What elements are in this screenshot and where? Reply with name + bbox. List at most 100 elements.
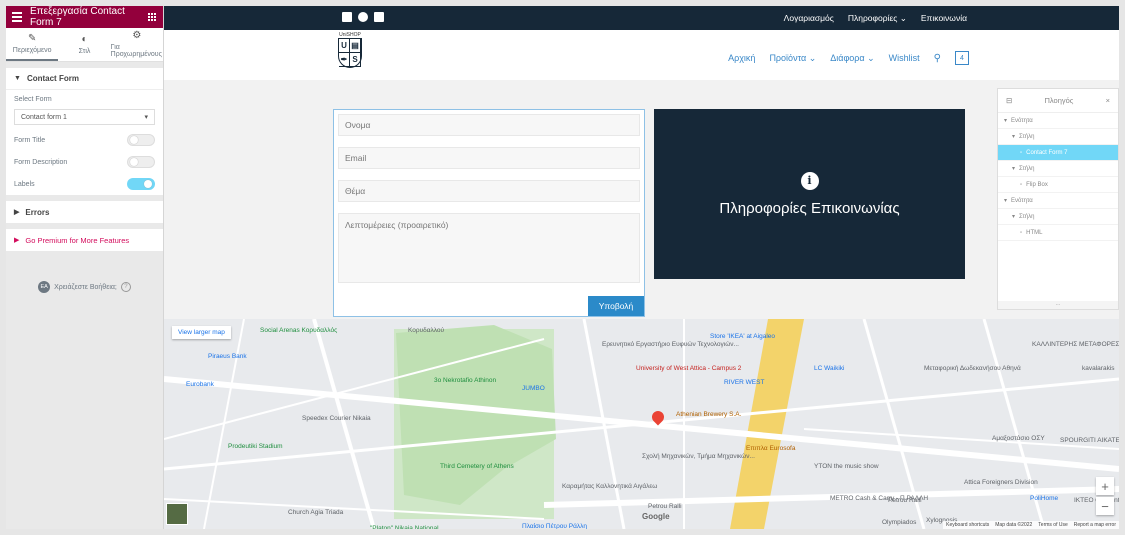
- map-place-label[interactable]: Prodeutiki Stadium: [228, 443, 283, 450]
- nav-wishlist[interactable]: Wishlist: [889, 53, 920, 63]
- caret-icon: ▫: [1020, 181, 1023, 188]
- logo-letter-s: S: [350, 53, 361, 67]
- map-place-label[interactable]: PoliHome: [1030, 495, 1058, 502]
- twitter-icon[interactable]: [358, 12, 368, 22]
- email-field[interactable]: Email: [338, 147, 640, 169]
- zoom-in-button[interactable]: +: [1096, 477, 1114, 495]
- instagram-icon[interactable]: [374, 12, 384, 22]
- select-form-dropdown[interactable]: Contact form 1 ▾: [14, 109, 155, 125]
- map-place-label[interactable]: RIVER WEST: [724, 379, 764, 386]
- navigator-item-label: Στήλη: [1019, 165, 1035, 172]
- tab-advanced[interactable]: ⚙ Για Προχωρημένους: [111, 28, 163, 61]
- map-place-label[interactable]: ΚΑΛΛΙΝΤΕΡΗΣ ΜΕΤΑΦΟΡΕΣ: [1032, 341, 1119, 348]
- map-place-label[interactable]: Store 'IKEA' at Aigaleo: [710, 333, 775, 340]
- map-place-label[interactable]: Speedex Courier Nikaia: [302, 415, 371, 422]
- map-place-label[interactable]: Πλαίσιο Πέτρου Ράλλη: [522, 523, 587, 529]
- help-label: Χρειάζεστε Βοήθεια;: [54, 283, 117, 291]
- navigator-item[interactable]: ▫ Flip Box: [998, 177, 1118, 193]
- go-premium-link[interactable]: ▶ Go Premium for More Features: [6, 229, 163, 251]
- help-link[interactable]: EA Χρειάζεστε Βοήθεια; ?: [6, 281, 163, 293]
- tab-content[interactable]: ✎ Περιεχόμενο: [6, 28, 59, 61]
- subject-field[interactable]: Θέμα: [338, 180, 640, 202]
- map-place-label[interactable]: Επιπλα Eurosofa: [746, 445, 795, 452]
- map-place-label[interactable]: Κορυδαλλού: [408, 327, 444, 334]
- panel-tabs: ✎ Περιεχόμενο ◐ Στιλ ⚙ Για Προχωρημένους: [6, 28, 163, 62]
- map-place-label[interactable]: University of West Attica - Campus 2: [636, 365, 741, 372]
- info-title: Πληροφορίες Επικοινωνίας: [719, 199, 900, 217]
- section-toggle[interactable]: ▼ Contact Form: [6, 68, 163, 90]
- navigator-item[interactable]: ▾ Ενότητα: [998, 113, 1118, 129]
- navigator-resize-handle[interactable]: ...: [998, 301, 1118, 309]
- contact-info-flipbox[interactable]: i Πληροφορίες Επικοινωνίας: [654, 109, 965, 279]
- satellite-toggle[interactable]: [166, 503, 188, 525]
- map-place-label[interactable]: Καραμήτας Καλλονητικά Αιγάλεω: [562, 483, 657, 490]
- nav-contact[interactable]: Επικοινωνία: [921, 13, 967, 23]
- caret-icon: ▾: [1012, 134, 1016, 140]
- nav-account[interactable]: Λογαριασμός: [784, 13, 834, 23]
- nav-misc[interactable]: Διάφορα ⌄: [830, 53, 874, 64]
- site-header: UniSHOP U ▤ ✒ S Αρχική Προϊόντα ⌄ Διάφορ…: [164, 30, 1119, 80]
- map-place-label[interactable]: Piraeus Bank: [208, 353, 247, 360]
- labels-label: Labels: [14, 180, 35, 188]
- navigator-item-label: HTML: [1026, 229, 1043, 236]
- navigator-item-label: Στήλη: [1019, 213, 1035, 220]
- view-larger-map-link[interactable]: View larger map: [172, 326, 231, 339]
- keyboard-shortcuts-link[interactable]: Keyboard shortcuts: [946, 522, 989, 528]
- facebook-icon[interactable]: [342, 12, 352, 22]
- nav-products[interactable]: Προϊόντα ⌄: [769, 53, 816, 64]
- contrast-icon: ◐: [81, 33, 88, 45]
- navigator-item[interactable]: ▫ HTML: [998, 225, 1118, 241]
- map-place-label[interactable]: 3o Nekrotafio Athinon: [434, 377, 496, 384]
- map-place-label[interactable]: Attica Foreigners Division: [964, 479, 1038, 486]
- map-place-label[interactable]: Ερευνητικό Εργαστήριο Ευφυών Τεχνολογιών…: [602, 341, 739, 348]
- map-place-label[interactable]: Αμαξοστάσιο ΟΣΥ: [992, 435, 1045, 442]
- navigator-item[interactable]: ▾ Στήλη: [998, 129, 1118, 145]
- report-error-link[interactable]: Report a map error: [1074, 522, 1116, 528]
- form-title-toggle[interactable]: [127, 134, 155, 146]
- map-place-label[interactable]: Olympiados: [882, 519, 916, 526]
- google-map[interactable]: Social Arenas Κορυδαλλός Κορυδαλλού Piraeu…: [164, 319, 1119, 529]
- site-logo[interactable]: UniSHOP U ▤ ✒ S: [336, 32, 364, 76]
- map-place-label[interactable]: Athenian Brewery S.A.: [676, 411, 741, 418]
- errors-section[interactable]: ▶ Errors: [6, 201, 163, 223]
- close-icon[interactable]: ×: [1106, 96, 1110, 105]
- map-place-label[interactable]: JUMBO: [522, 385, 545, 392]
- map-place-label[interactable]: Μεταφορική Δωδεκανήσου Αθηνά: [924, 365, 1021, 372]
- labels-toggle[interactable]: [127, 178, 155, 190]
- message-field[interactable]: Λεπτομέρειες (προαιρετικό): [338, 213, 640, 283]
- name-field[interactable]: Ονομα: [338, 114, 640, 136]
- map-place-label[interactable]: LC Waikiki: [814, 365, 844, 372]
- terms-link[interactable]: Terms of Use: [1038, 522, 1067, 528]
- map-place-label[interactable]: Third Cemetery of Athens: [440, 463, 514, 470]
- tab-style[interactable]: ◐ Στιλ: [58, 28, 110, 61]
- navigator-item[interactable]: ▾ Ενότητα: [998, 193, 1118, 209]
- search-icon[interactable]: ⚲: [934, 53, 941, 64]
- widgets-grid-icon[interactable]: [148, 12, 157, 22]
- map-place-label[interactable]: "Platon" Nikaia National: [370, 525, 439, 529]
- navigator-item[interactable]: ▾ Στήλη: [998, 161, 1118, 177]
- caret-icon: ▾: [1004, 198, 1008, 204]
- map-place-label[interactable]: Eurobank: [186, 381, 214, 388]
- zoom-out-button[interactable]: −: [1096, 497, 1114, 515]
- map-place-label[interactable]: kavalarakis: [1082, 365, 1115, 372]
- navigator-item[interactable]: ▾ Στήλη: [998, 209, 1118, 225]
- map-place-label[interactable]: Church Agia Triada: [288, 509, 343, 516]
- caret-right-icon: ▶: [14, 237, 20, 244]
- map-place-label[interactable]: SPOURGITI AIKATERINI: [1060, 437, 1119, 444]
- navigator-header: ⊟ Πλοηγός ×: [998, 89, 1118, 113]
- submit-button[interactable]: Υποβολή: [588, 296, 644, 316]
- expand-all-icon[interactable]: ⊟: [1006, 96, 1012, 105]
- nav-info[interactable]: Πληροφορίες ⌄: [848, 13, 907, 24]
- form-description-toggle[interactable]: [127, 156, 155, 168]
- map-place-label[interactable]: Σχολή Μηχανικών, Τμήμα Μηχανικών...: [642, 453, 755, 460]
- site-preview: Λογαριασμός Πληροφορίες ⌄ Επικοινωνία Un…: [164, 6, 1119, 529]
- navigator-item[interactable]: ▫ Contact Form 7: [998, 145, 1118, 161]
- tab-advanced-label: Για Προχωρημένους: [110, 44, 162, 58]
- nav-home[interactable]: Αρχική: [728, 53, 755, 63]
- map-place-label[interactable]: Petrou Ralli: [648, 503, 682, 510]
- map-place-label[interactable]: Petrou Ralli: [888, 497, 922, 504]
- map-place-label[interactable]: Social Arenas Κορυδαλλός: [260, 327, 337, 334]
- menu-icon[interactable]: [12, 10, 22, 24]
- cart-icon[interactable]: 4: [955, 51, 969, 65]
- map-place-label[interactable]: YTON the music show: [814, 463, 879, 470]
